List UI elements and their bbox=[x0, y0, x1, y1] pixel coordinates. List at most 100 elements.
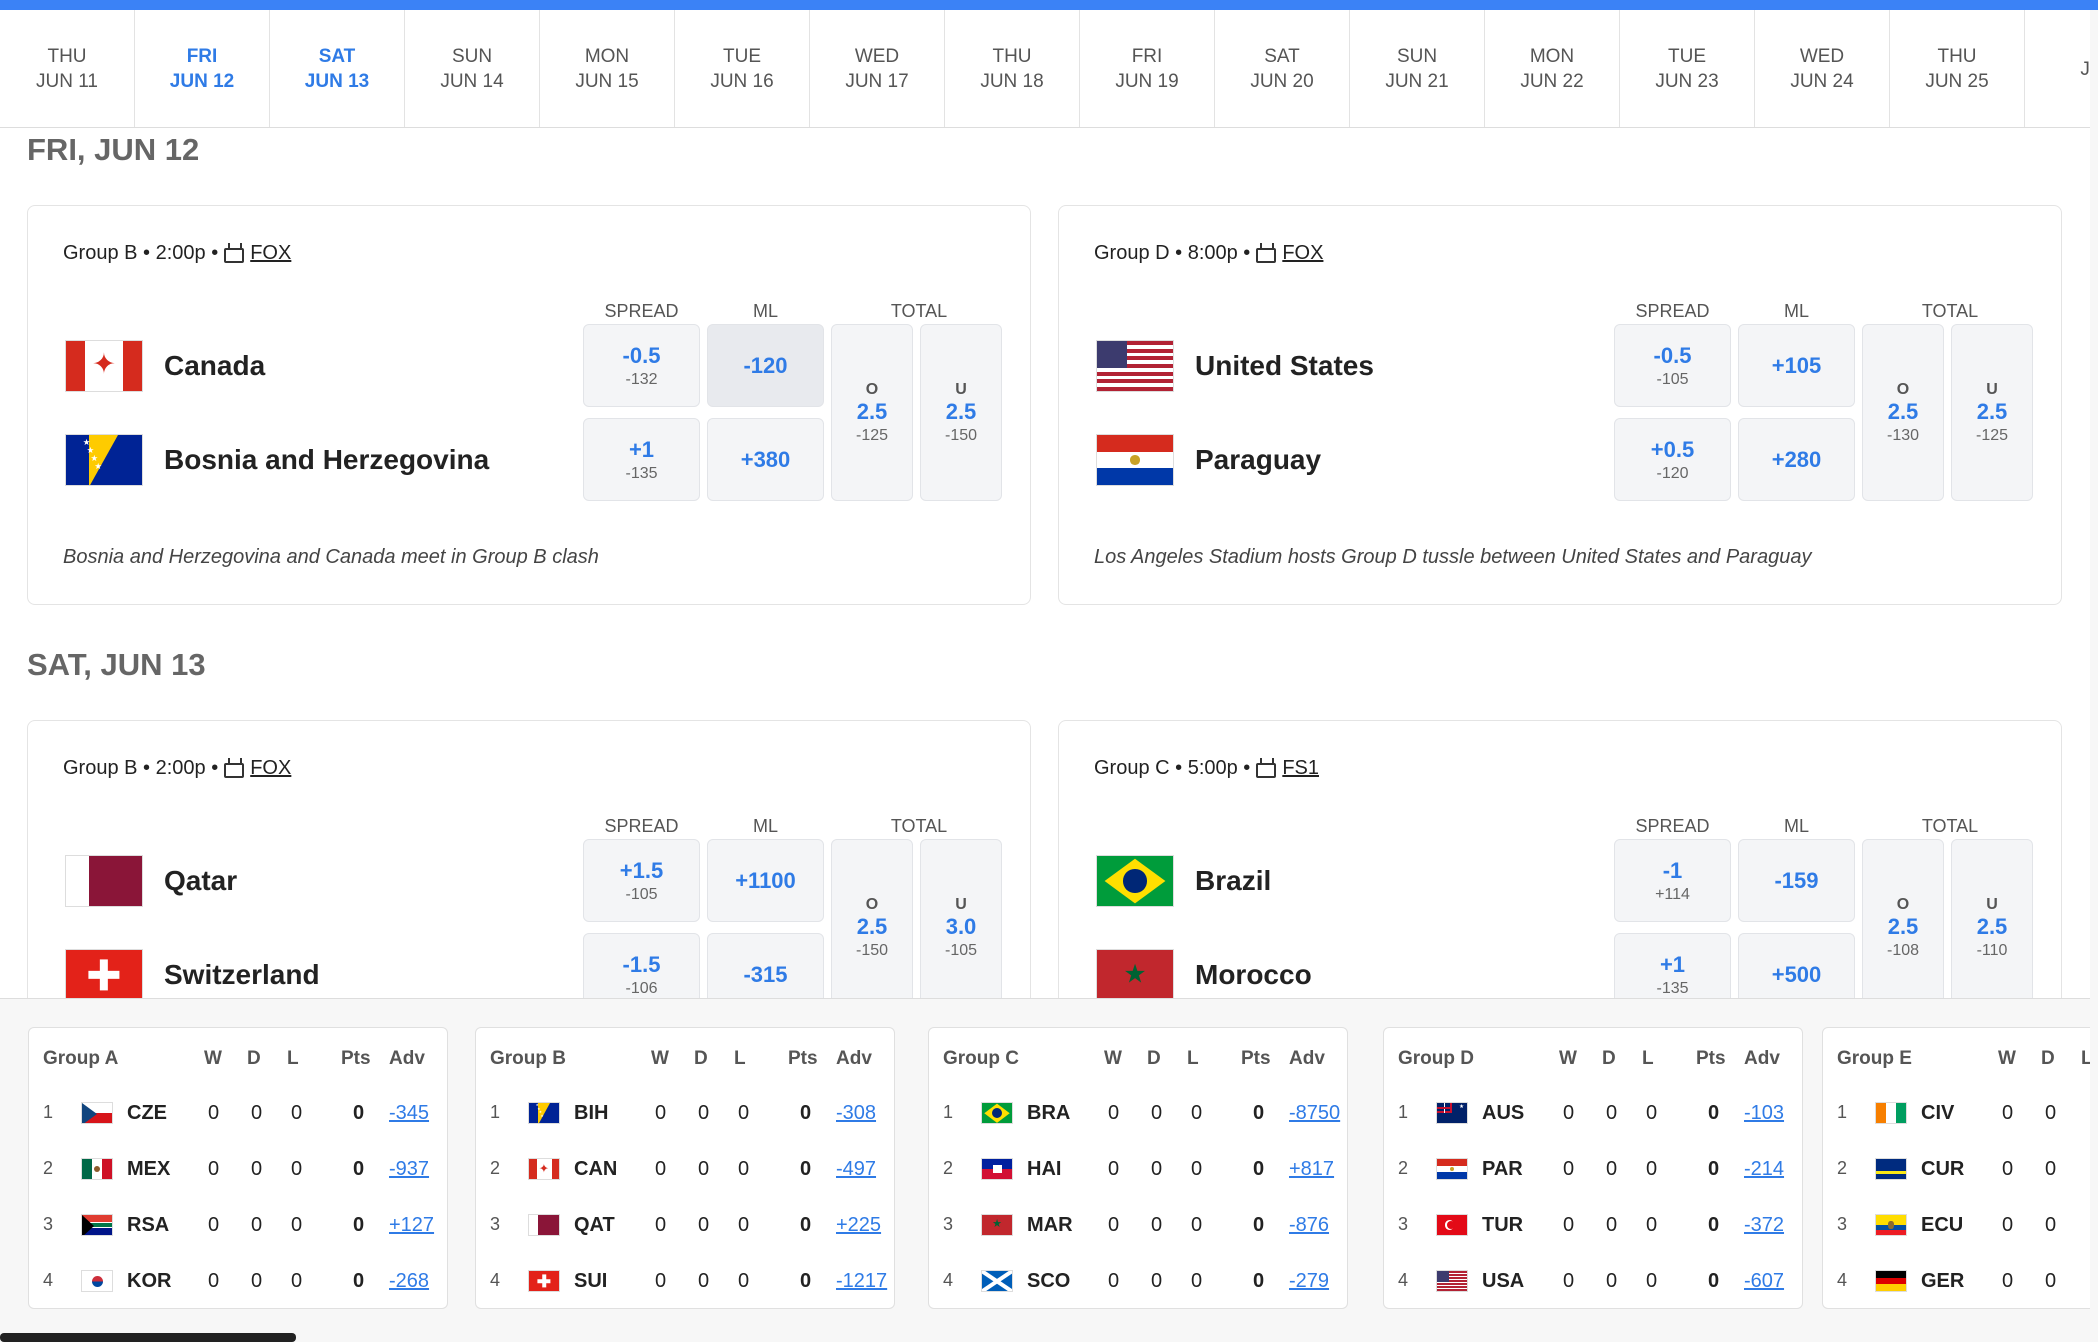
standings-row[interactable]: 1 BRA 0 0 0 0 -8750 bbox=[929, 1102, 1347, 1142]
date-tab[interactable]: TUE JUN 23 bbox=[1620, 10, 1755, 127]
date-tab[interactable]: JU bbox=[2025, 10, 2090, 127]
standings-row[interactable]: 1 ★ AUS 0 0 0 0 -103 bbox=[1384, 1102, 1802, 1142]
standings-row[interactable]: 1 CZE 0 0 0 0 -345 bbox=[29, 1102, 447, 1142]
standings-row[interactable]: 3 TUR 0 0 0 0 -372 bbox=[1384, 1214, 1802, 1254]
advance-odds-link[interactable]: -345 bbox=[389, 1102, 429, 1125]
date-tab[interactable]: MON JUN 15 bbox=[540, 10, 675, 127]
points: 0 bbox=[1708, 1102, 1720, 1124]
date-tab[interactable]: SAT JUN 13 bbox=[270, 10, 405, 127]
standings-row[interactable]: 3 ★ MAR 0 0 0 0 -876 bbox=[929, 1214, 1347, 1254]
spread-button[interactable]: +1 -135 bbox=[583, 418, 700, 501]
network-link[interactable]: FOX bbox=[1282, 242, 1323, 265]
advance-odds-link[interactable]: -607 bbox=[1744, 1270, 1784, 1293]
horizontal-scrollbar[interactable] bbox=[0, 1333, 296, 1342]
moneyline-button[interactable]: +500 bbox=[1738, 933, 1855, 998]
team-row[interactable]: Switzerland bbox=[65, 949, 320, 998]
date-tab[interactable]: FRI JUN 19 bbox=[1080, 10, 1215, 127]
rank: 1 bbox=[490, 1102, 501, 1122]
schedule-list: FRI, JUN 12 Group B • 2:00p • FOX SPREAD ML T… bbox=[0, 128, 2090, 998]
spread-button[interactable]: -0.5 -105 bbox=[1614, 324, 1731, 407]
standings-row[interactable]: 2 CUR 0 0 bbox=[1823, 1158, 2090, 1198]
over-line: 2.5 bbox=[856, 913, 888, 939]
advance-odds-link[interactable]: -308 bbox=[836, 1102, 876, 1125]
standings-row[interactable]: 4 SCO 0 0 0 0 -279 bbox=[929, 1270, 1347, 1310]
network-link[interactable]: FOX bbox=[250, 242, 291, 265]
date-tab[interactable]: SUN JUN 21 bbox=[1350, 10, 1485, 127]
spread-button[interactable]: +1.5 -105 bbox=[583, 839, 700, 922]
standings-row[interactable]: 4 GER 0 0 bbox=[1823, 1270, 2090, 1310]
advance-odds-link[interactable]: -372 bbox=[1744, 1214, 1784, 1237]
standings-row[interactable]: 2 ✦ CAN 0 0 0 0 -497 bbox=[476, 1158, 894, 1198]
advance-odds-link[interactable]: -214 bbox=[1744, 1158, 1784, 1181]
date-tab[interactable]: THU JUN 11 bbox=[0, 10, 135, 127]
date-tab[interactable]: WED JUN 17 bbox=[810, 10, 945, 127]
team-row[interactable]: Brazil bbox=[1096, 855, 1271, 907]
spread-button[interactable]: +1 -135 bbox=[1614, 933, 1731, 998]
advance-odds-link[interactable]: -937 bbox=[389, 1158, 429, 1181]
standings-row[interactable]: 4 SUI 0 0 0 0 -1217 bbox=[476, 1270, 894, 1310]
team-row[interactable]: United States bbox=[1096, 340, 1374, 392]
advance-odds-link[interactable]: -876 bbox=[1289, 1214, 1329, 1237]
over-button[interactable]: O 2.5 -150 bbox=[831, 839, 913, 998]
network-link[interactable]: FS1 bbox=[1282, 757, 1319, 780]
advance-odds-link[interactable]: +817 bbox=[1289, 1158, 1334, 1181]
date-tab[interactable]: WED JUN 24 bbox=[1755, 10, 1890, 127]
under-button[interactable]: U 2.5 -110 bbox=[1951, 839, 2033, 998]
standings-row[interactable]: 1 ★ ★ ★ ★ BIH 0 0 0 0 -308 bbox=[476, 1102, 894, 1142]
under-button[interactable]: U 2.5 -150 bbox=[920, 324, 1002, 501]
moneyline-button[interactable]: +280 bbox=[1738, 418, 1855, 501]
standings-row[interactable]: 3 ECU 0 0 bbox=[1823, 1214, 2090, 1254]
advance-odds-link[interactable]: +225 bbox=[836, 1214, 881, 1237]
advance-odds-link[interactable]: +127 bbox=[389, 1214, 434, 1237]
date-tab[interactable]: TUE JUN 16 bbox=[675, 10, 810, 127]
over-odds: -108 bbox=[1886, 941, 1920, 959]
advance-odds-link[interactable]: -1217 bbox=[836, 1270, 887, 1293]
spread-odds: -135 bbox=[625, 464, 658, 482]
team-flag bbox=[1436, 1270, 1468, 1292]
date-tab[interactable]: THU JUN 18 bbox=[945, 10, 1080, 127]
advance-odds-link[interactable]: -8750 bbox=[1289, 1102, 1340, 1125]
under-odds: -105 bbox=[944, 941, 978, 959]
standings-row[interactable]: 3 RSA 0 0 0 0 +127 bbox=[29, 1214, 447, 1254]
moneyline-button[interactable]: +105 bbox=[1738, 324, 1855, 407]
spread-button[interactable]: -1 +114 bbox=[1614, 839, 1731, 922]
advance-odds-link[interactable]: -103 bbox=[1744, 1102, 1784, 1125]
moneyline-button[interactable]: -159 bbox=[1738, 839, 1855, 922]
team-row[interactable]: ★ ★ ★ ★ Bosnia and Herzegovina bbox=[65, 434, 489, 486]
rank: 3 bbox=[490, 1214, 501, 1234]
standings-row[interactable]: 1 CIV 0 0 bbox=[1823, 1102, 2090, 1142]
team-row[interactable]: Paraguay bbox=[1096, 434, 1321, 486]
spread-button[interactable]: -0.5 -132 bbox=[583, 324, 700, 407]
date-tab[interactable]: THU JUN 25 bbox=[1890, 10, 2025, 127]
standings-row[interactable]: 4 KOR 0 0 0 0 -268 bbox=[29, 1270, 447, 1310]
moneyline-button[interactable]: +380 bbox=[707, 418, 824, 501]
moneyline-button[interactable]: -120 bbox=[707, 324, 824, 407]
over-button[interactable]: O 2.5 -130 bbox=[1862, 324, 1944, 501]
team-row[interactable]: ✦ Canada bbox=[65, 340, 265, 392]
over-button[interactable]: O 2.5 -108 bbox=[1862, 839, 1944, 998]
date-tab[interactable]: SAT JUN 20 bbox=[1215, 10, 1350, 127]
team-row[interactable]: Qatar bbox=[65, 855, 237, 907]
advance-odds-link[interactable]: -279 bbox=[1289, 1270, 1329, 1293]
under-button[interactable]: U 2.5 -125 bbox=[1951, 324, 2033, 501]
team-row[interactable]: ★ Morocco bbox=[1096, 949, 1312, 998]
date-tab[interactable]: FRI JUN 12 bbox=[135, 10, 270, 127]
standings-row[interactable]: 3 QAT 0 0 0 0 +225 bbox=[476, 1214, 894, 1254]
moneyline-button[interactable]: -315 bbox=[707, 933, 824, 998]
advance-odds-link[interactable]: -497 bbox=[836, 1158, 876, 1181]
moneyline-button[interactable]: +1100 bbox=[707, 839, 824, 922]
network-link[interactable]: FOX bbox=[250, 757, 291, 780]
standings-row[interactable]: 2 HAI 0 0 0 0 +817 bbox=[929, 1158, 1347, 1198]
under-button[interactable]: U 3.0 -105 bbox=[920, 839, 1002, 998]
spread-line: +0.5 bbox=[1650, 436, 1695, 462]
spread-button[interactable]: +0.5 -120 bbox=[1614, 418, 1731, 501]
over-button[interactable]: O 2.5 -125 bbox=[831, 324, 913, 501]
standings-row[interactable]: 2 MEX 0 0 0 0 -937 bbox=[29, 1158, 447, 1198]
spread-button[interactable]: -1.5 -106 bbox=[583, 933, 700, 998]
advance-odds-link[interactable]: -268 bbox=[389, 1270, 429, 1293]
standings-row[interactable]: 4 USA 0 0 0 0 -607 bbox=[1384, 1270, 1802, 1310]
date-tab[interactable]: SUN JUN 14 bbox=[405, 10, 540, 127]
date-tab[interactable]: MON JUN 22 bbox=[1485, 10, 1620, 127]
standings-row[interactable]: 2 PAR 0 0 0 0 -214 bbox=[1384, 1158, 1802, 1198]
game-meta: Group C • 5:00p • FS1 bbox=[1094, 757, 1319, 780]
